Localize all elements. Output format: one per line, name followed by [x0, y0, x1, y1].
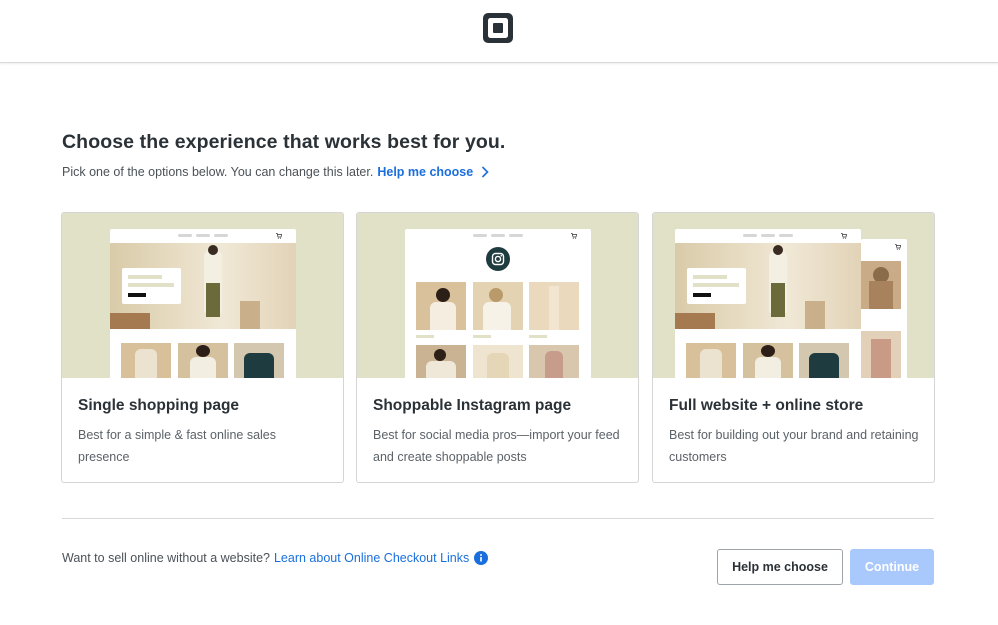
help-me-choose-link[interactable]: Help me choose: [377, 165, 489, 179]
mock-text-block: [122, 268, 181, 304]
instagram-post-photo: [416, 282, 466, 330]
mock-page: [405, 229, 591, 378]
help-me-choose-button[interactable]: Help me choose: [717, 549, 843, 585]
instagram-post-photo: [473, 345, 523, 378]
instagram-post-photo: [529, 345, 579, 378]
product-photo: [178, 343, 228, 378]
instagram-post-photo: [416, 345, 466, 378]
product-photo: [121, 343, 171, 378]
subtitle-text: Pick one of the options below. You can c…: [62, 165, 374, 179]
cart-icon: [895, 244, 901, 250]
single-shopping-page-thumbnail: [62, 213, 343, 378]
cart-icon: [571, 233, 577, 239]
product-photo: [686, 343, 736, 378]
footer-note: Want to sell online without a website? L…: [62, 551, 489, 565]
card-title: Full website + online store: [669, 397, 864, 414]
product-photo: [234, 343, 284, 378]
shoppable-instagram-thumbnail: [357, 213, 638, 378]
card-description: Best for a simple & fast online sales pr…: [78, 428, 277, 464]
mock-secondary-page: [861, 239, 907, 378]
option-card-shoppable-instagram-page[interactable]: Shoppable Instagram page Best for social…: [356, 212, 639, 483]
instagram-icon: [486, 247, 510, 271]
option-card-full-website-online-store[interactable]: Full website + online store Best for bui…: [652, 212, 935, 483]
card-title: Single shopping page: [78, 397, 240, 414]
cart-icon: [276, 233, 282, 239]
full-website-thumbnail: [653, 213, 934, 378]
info-icon[interactable]: [474, 551, 489, 565]
option-card-single-shopping-page[interactable]: Single shopping page Best for a simple &…: [61, 212, 344, 483]
help-link-label: Help me choose: [377, 165, 474, 179]
card-description: Best for social media pros—import your f…: [373, 428, 620, 464]
card-title: Shoppable Instagram page: [373, 397, 572, 414]
product-photo: [861, 331, 901, 378]
instagram-post-photo: [529, 282, 579, 330]
footer-note-text: Want to sell online without a website?: [62, 551, 270, 565]
chevron-right-icon: [482, 166, 489, 178]
product-photo: [861, 261, 901, 309]
product-photo: [743, 343, 793, 378]
checkout-links-link[interactable]: Learn about Online Checkout Links: [274, 551, 469, 565]
cart-icon: [841, 233, 847, 239]
page-subtitle: Pick one of the options below. You can c…: [62, 165, 489, 179]
section-divider: [62, 518, 934, 519]
continue-button[interactable]: Continue: [850, 549, 934, 585]
page-title: Choose the experience that works best fo…: [62, 131, 506, 153]
mock-text-block: [687, 268, 746, 304]
instagram-post-photo: [473, 282, 523, 330]
card-description: Best for building out your brand and ret…: [669, 428, 919, 464]
product-photo: [799, 343, 849, 378]
top-bar: [0, 0, 998, 63]
square-logo-icon[interactable]: [483, 13, 513, 43]
